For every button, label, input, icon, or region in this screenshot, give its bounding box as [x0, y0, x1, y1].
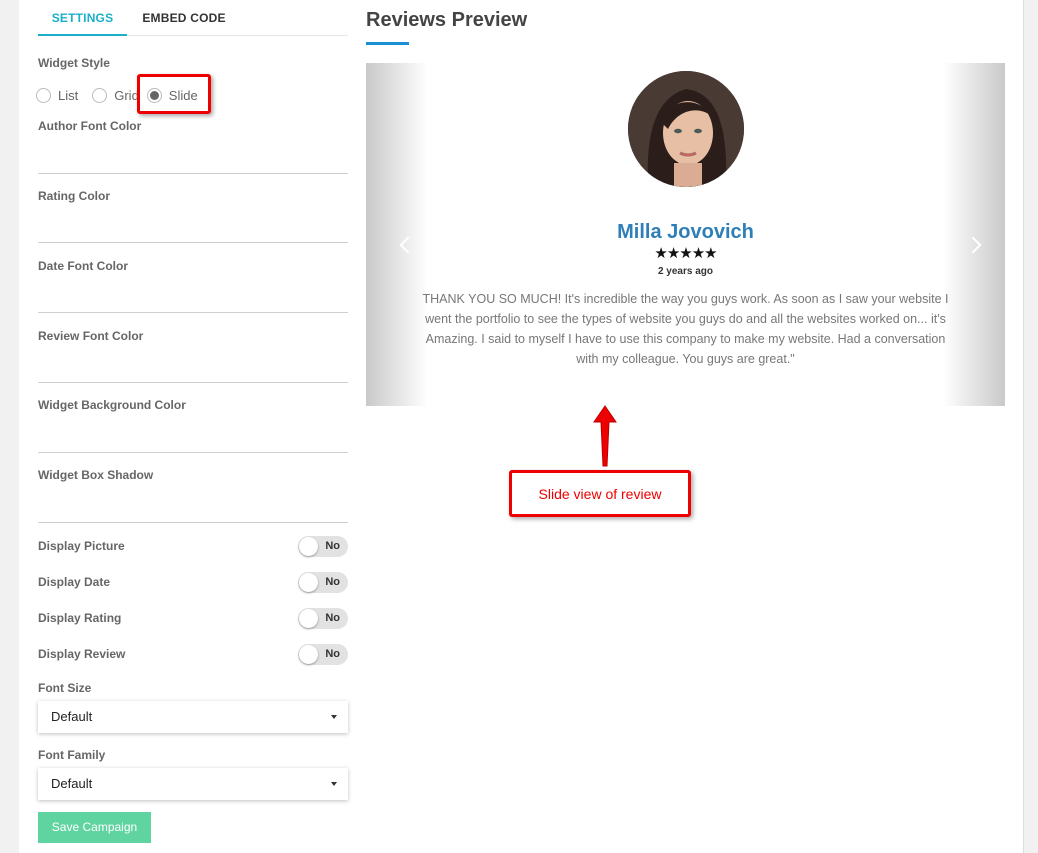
radio-list-circle[interactable]	[36, 87, 51, 103]
review-author: Milla Jovovich	[617, 221, 754, 243]
caret-down-icon	[331, 782, 337, 786]
display-date-toggle[interactable]: No	[298, 572, 348, 593]
radio-list-label: List	[58, 87, 79, 103]
annotation-arrow-icon	[593, 405, 617, 467]
rating-color-input[interactable]	[38, 242, 348, 243]
font-size-value: Default	[51, 709, 93, 724]
radio-list[interactable]: List	[36, 87, 79, 103]
font-size-label: Font Size	[38, 681, 92, 695]
widget-background-color-input[interactable]	[38, 452, 348, 453]
author-font-color-label: Author Font Color	[38, 119, 142, 133]
author-font-color-input[interactable]	[38, 173, 348, 174]
radio-slide-circle[interactable]	[146, 87, 162, 103]
display-rating-toggle[interactable]: No	[298, 608, 348, 629]
rating-color-label: Rating Color	[38, 189, 110, 203]
display-picture-toggle[interactable]: No	[298, 536, 348, 557]
toggle-value: No	[325, 540, 340, 552]
display-date-label: Display Date	[38, 575, 111, 589]
avatar	[628, 71, 744, 187]
caret-down-icon	[331, 715, 337, 719]
date-font-color-input[interactable]	[38, 312, 348, 313]
display-review-label: Display Review	[38, 647, 126, 661]
annotation-callout: Slide view of review	[509, 470, 691, 517]
display-rating-row: Display Rating No	[38, 608, 348, 630]
widget-box-shadow-label: Widget Box Shadow	[38, 468, 154, 482]
review-slider: Milla Jovovich ★★★★★ 2 years ago THANK Y…	[366, 63, 1005, 406]
font-family-value: Default	[51, 776, 93, 791]
tab-embed-code[interactable]: EMBED CODE	[138, 0, 230, 36]
star-rating: ★★★★★	[654, 245, 717, 262]
toggle-value: No	[325, 612, 340, 624]
display-review-row: Display Review No	[38, 644, 348, 666]
toggle-value: No	[325, 648, 340, 660]
review-font-color-label: Review Font Color	[38, 329, 144, 343]
toggle-knob	[299, 573, 318, 592]
review-font-color-input[interactable]	[38, 382, 348, 383]
radio-grid-circle[interactable]	[92, 87, 108, 103]
radio-grid[interactable]: Grid	[92, 87, 139, 103]
display-picture-row: Display Picture No	[38, 536, 348, 558]
date-font-color-label: Date Font Color	[38, 259, 128, 273]
toggle-knob	[299, 645, 318, 664]
display-rating-label: Display Rating	[38, 611, 122, 625]
display-picture-label: Display Picture	[38, 539, 125, 553]
font-family-label: Font Family	[38, 748, 106, 762]
preview-title: Reviews Preview	[366, 9, 528, 31]
widget-style-radio-group: List Grid Slide	[36, 85, 204, 105]
review-date: 2 years ago	[657, 266, 714, 277]
avatar-portrait	[628, 71, 744, 187]
toggle-knob	[299, 537, 318, 556]
radio-slide[interactable]: Slide	[146, 87, 198, 103]
radio-slide-label: Slide	[168, 87, 198, 103]
save-campaign-button[interactable]: Save Campaign	[38, 812, 151, 843]
widget-background-color-label: Widget Background Color	[38, 398, 186, 412]
radio-grid-label: Grid	[114, 87, 139, 103]
widget-box-shadow-input[interactable]	[38, 522, 348, 523]
panel-border	[1023, 0, 1024, 853]
toggle-value: No	[325, 576, 340, 588]
review-text: THANK YOU SO MUCH! It's incredible the w…	[422, 292, 949, 366]
font-family-select[interactable]: Default	[38, 768, 348, 800]
title-underline	[366, 42, 409, 45]
font-size-select[interactable]: Default	[38, 701, 348, 733]
settings-tabs: SETTINGS EMBED CODE	[38, 0, 348, 36]
toggle-knob	[299, 609, 318, 628]
tab-settings[interactable]: SETTINGS	[38, 0, 127, 36]
display-date-row: Display Date No	[38, 572, 348, 594]
widget-style-label: Widget Style	[38, 56, 110, 70]
display-review-toggle[interactable]: No	[298, 644, 348, 665]
annotation-text: Slide view of review	[538, 486, 662, 502]
